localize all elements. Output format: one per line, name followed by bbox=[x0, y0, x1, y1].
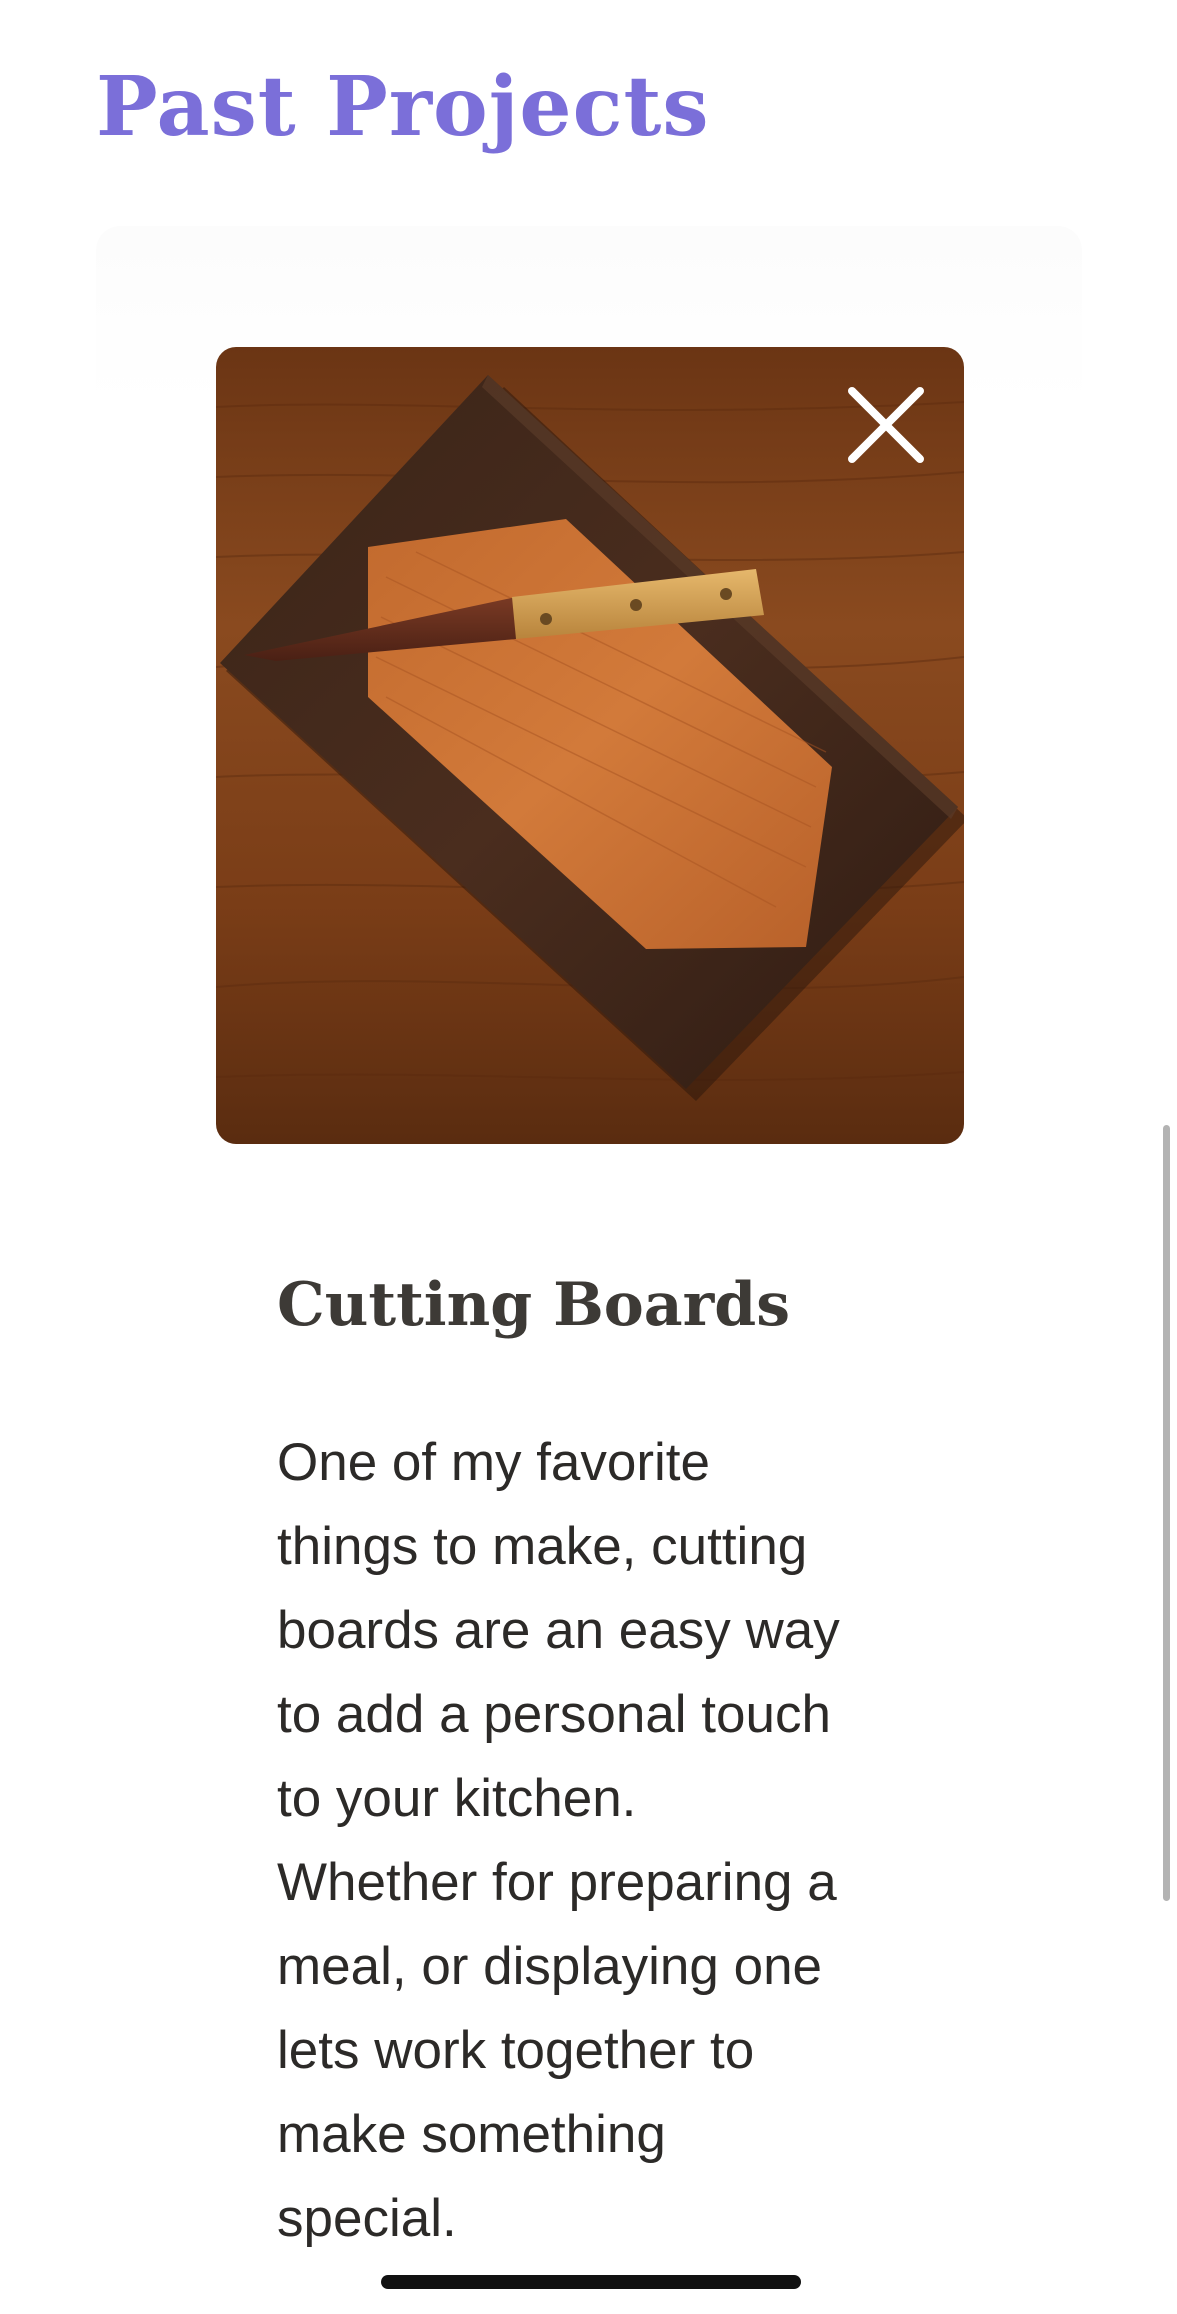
description-line: meal, or displaying one bbox=[277, 1937, 823, 1996]
close-button[interactable] bbox=[836, 380, 936, 470]
close-icon bbox=[848, 387, 924, 463]
description-line: make something bbox=[277, 2105, 666, 2164]
description-line: to add a personal touch bbox=[277, 1685, 831, 1744]
description-line: lets work together to bbox=[277, 2021, 755, 2080]
description-line: things to make, cutting bbox=[277, 1517, 808, 1576]
description-line: Whether for preparing a bbox=[277, 1853, 837, 1912]
project-title: Cutting Boards bbox=[277, 1270, 791, 1340]
project-modal: Cutting Boards One of my favorite things… bbox=[0, 0, 1177, 2314]
description-line: to your kitchen. bbox=[277, 1769, 637, 1828]
home-indicator[interactable] bbox=[381, 2275, 801, 2289]
description-line: boards are an easy way bbox=[277, 1601, 840, 1660]
scrollbar[interactable] bbox=[1163, 1125, 1170, 1901]
description-line: One of my favorite bbox=[277, 1433, 711, 1492]
description-line: special. bbox=[277, 2189, 457, 2248]
project-description: One of my favorite things to make, cutti… bbox=[277, 1421, 937, 2261]
